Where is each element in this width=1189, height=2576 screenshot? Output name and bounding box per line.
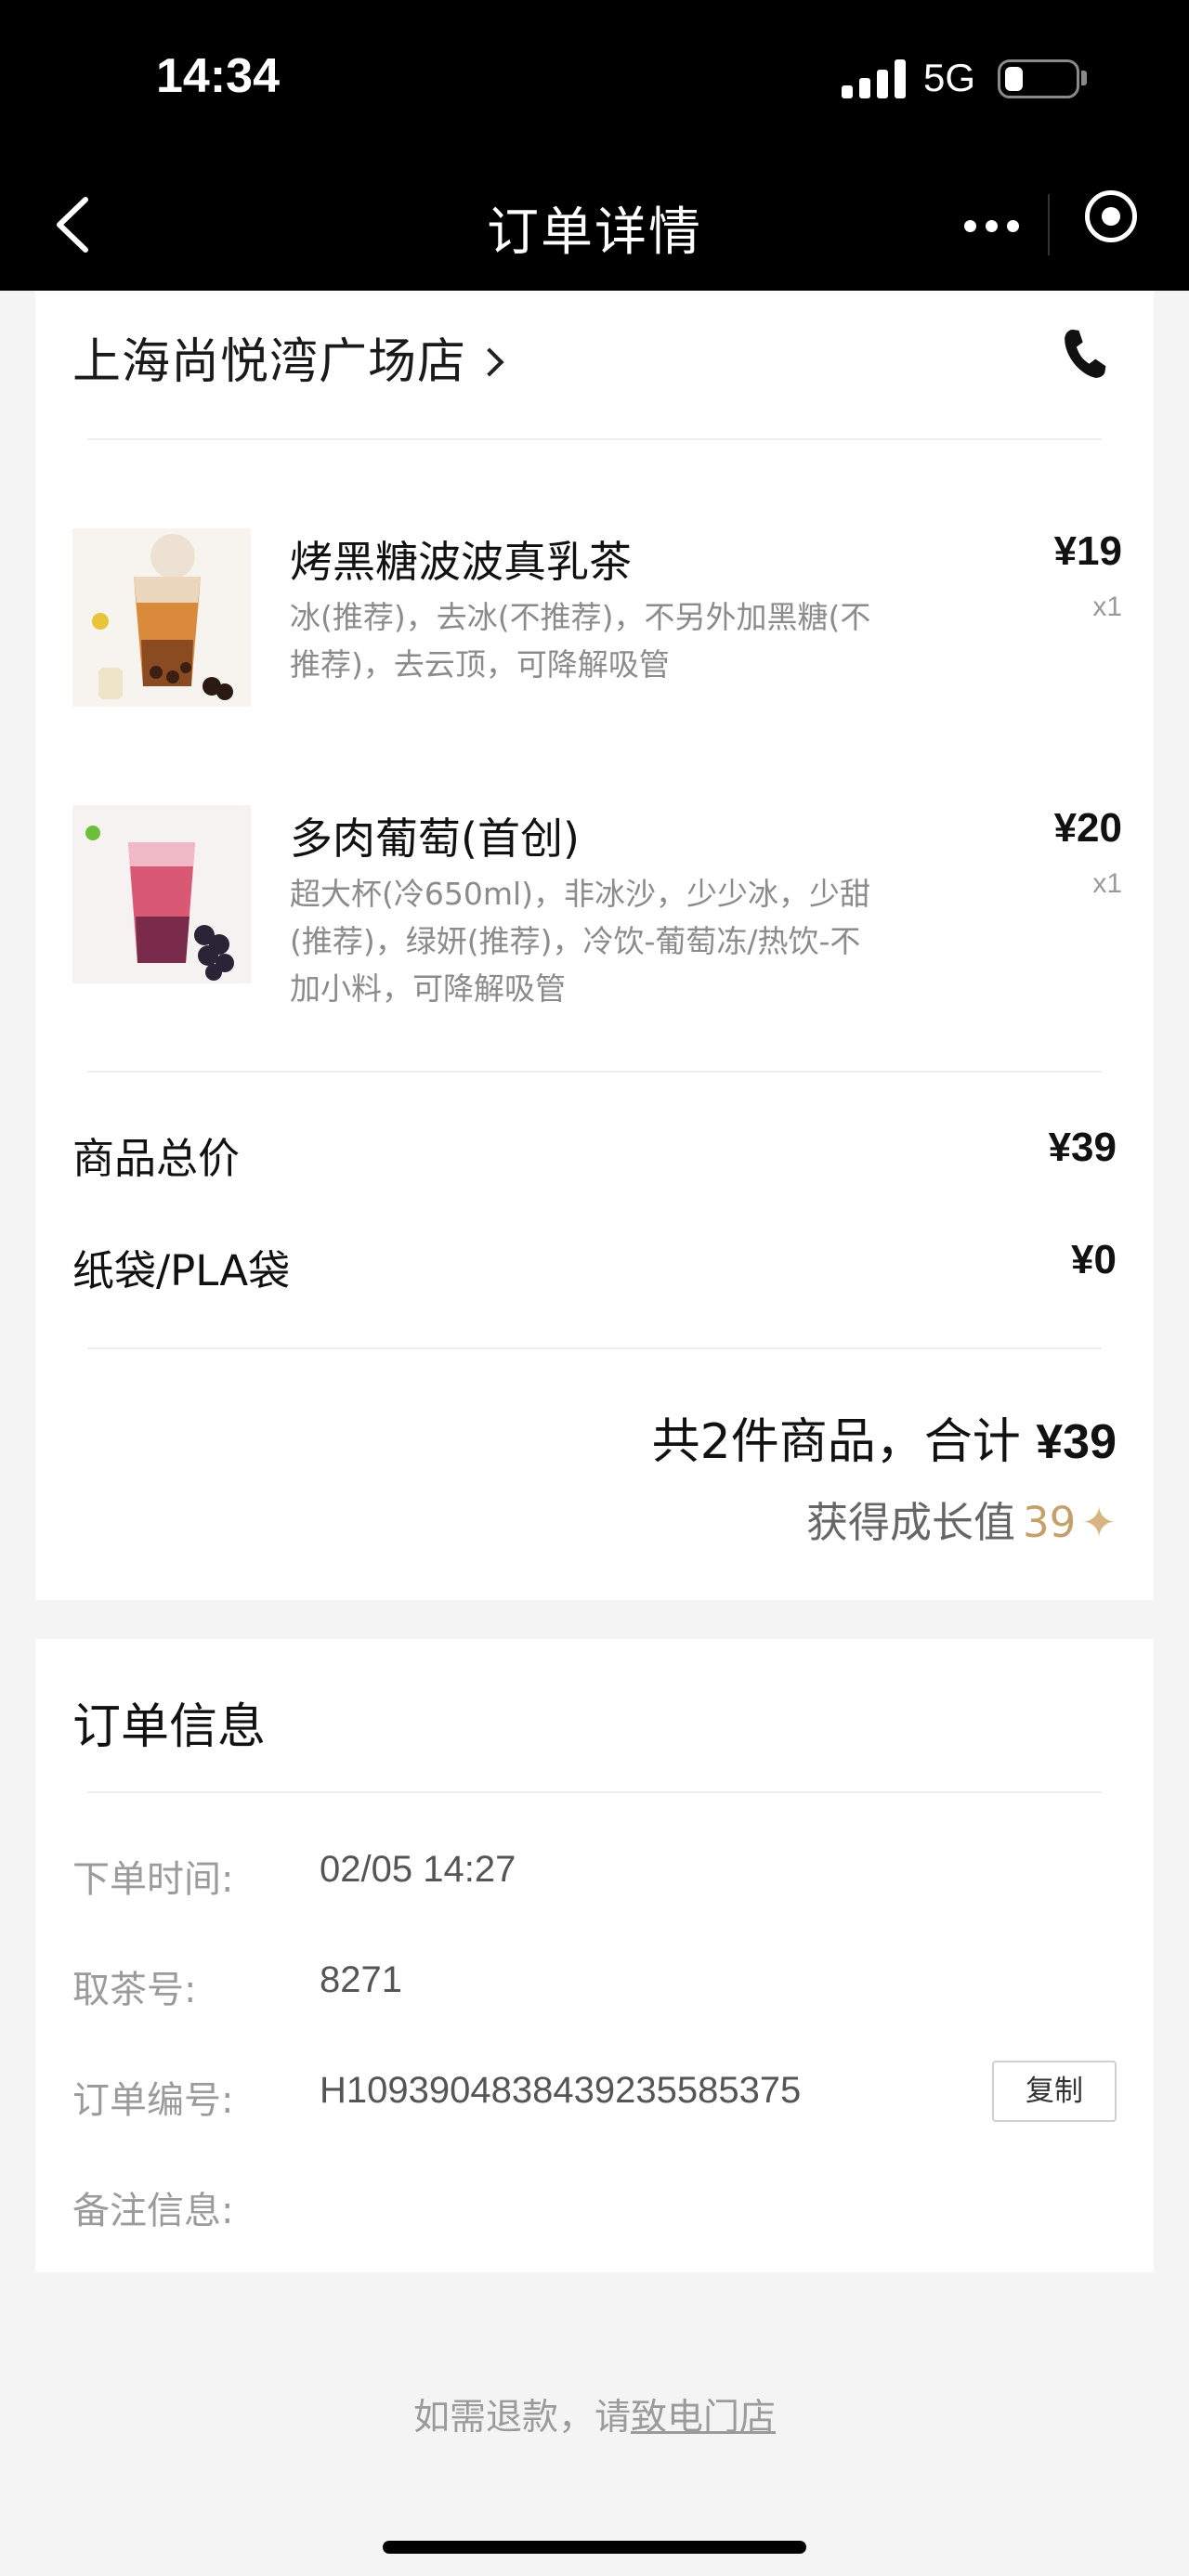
total-text: 共2件商品，合计 xyxy=(651,1414,1021,1470)
order-card: 上海尚悦湾广场店 烤黑糖波波真乳茶 冰(推荐)，去冰(不推荐)，不另外加黑糖(不… xyxy=(35,291,1154,1600)
info-label: 下单时间: xyxy=(72,1858,234,1901)
product-price: ¥20 xyxy=(1053,805,1122,851)
info-row-pickup-number: 取茶号: 8271 xyxy=(72,1959,1117,2017)
status-time: 14:34 xyxy=(156,49,280,103)
copy-button[interactable]: 复制 xyxy=(992,2061,1117,2122)
phone-icon[interactable] xyxy=(1057,326,1113,382)
product-name: 多肉葡萄(首创) xyxy=(290,813,580,864)
product-spec: 超大杯(冷650ml)，非冰沙，少少冰，少甜 (推荐)，绿妍(推荐)，冷饮-葡萄… xyxy=(290,870,921,1012)
divider xyxy=(87,1071,1102,1073)
signal-icon xyxy=(842,59,907,98)
growth-points: 获得成长值 39 ✦ xyxy=(806,1489,1117,1549)
store-link[interactable]: 上海尚悦湾广场店 xyxy=(72,322,504,390)
info-row-remark: 备注信息: xyxy=(72,2180,1117,2238)
spec-line: 加小料，可降解吸管 xyxy=(290,970,566,1007)
refund-prefix: 如需退款，请 xyxy=(412,2397,631,2439)
order-total: 共2件商品，合计 ¥39 xyxy=(652,1402,1117,1472)
list-item-product[interactable]: 多肉葡萄(首创) 超大杯(冷650ml)，非冰沙，少少冰，少甜 (推荐)，绿妍(… xyxy=(72,805,1122,1047)
more-icon[interactable] xyxy=(964,205,1022,246)
divider xyxy=(87,1791,1102,1793)
bag-label: 纸袋/PLA袋 xyxy=(72,1246,291,1295)
info-value: 8271 xyxy=(320,1959,402,2000)
refund-note: 如需退款，请致电门店 xyxy=(0,2388,1189,2440)
product-image xyxy=(72,528,251,707)
call-store-link[interactable]: 致电门店 xyxy=(631,2397,776,2439)
spec-line: 推荐)，去云顶，可降解吸管 xyxy=(290,646,670,683)
info-row-order-number: 订单编号: H1093904838439235585375 复制 xyxy=(72,2061,1117,2127)
home-indicator[interactable] xyxy=(383,2541,806,2554)
info-label: 备注信息: xyxy=(72,2190,234,2232)
order-info-title: 订单信息 xyxy=(72,1699,267,1755)
divider xyxy=(87,1347,1102,1349)
product-image xyxy=(72,805,251,983)
bag-row: 纸袋/PLA袋 ¥0 xyxy=(72,1237,1117,1295)
nav-bar: 订单详情 xyxy=(0,163,1189,291)
battery-icon xyxy=(998,59,1079,98)
goods-total-label: 商品总价 xyxy=(72,1134,241,1183)
nav-divider xyxy=(1048,194,1050,255)
bag-value: ¥0 xyxy=(1071,1237,1117,1282)
product-qty: x1 xyxy=(1092,868,1122,899)
battery-cap xyxy=(1081,71,1087,85)
chevron-right-icon xyxy=(475,347,504,377)
goods-total-value: ¥39 xyxy=(1048,1125,1117,1170)
sparkle-icon: ✦ xyxy=(1081,1498,1117,1547)
target-icon[interactable] xyxy=(1085,190,1137,242)
goods-total-row: 商品总价 ¥39 xyxy=(72,1125,1117,1183)
product-qty: x1 xyxy=(1092,592,1122,622)
status-bar: 14:34 5G xyxy=(0,0,1189,163)
info-label: 取茶号: xyxy=(72,1969,197,2011)
product-price: ¥19 xyxy=(1053,528,1122,574)
info-value[interactable]: H1093904838439235585375 xyxy=(320,2070,801,2112)
product-name: 烤黑糖波波真乳茶 xyxy=(290,537,632,587)
spec-line: (推荐)，绿妍(推荐)，冷饮-葡萄冻/热饮-不 xyxy=(290,923,861,959)
info-label: 订单编号: xyxy=(72,2079,234,2122)
store-name: 上海尚悦湾广场店 xyxy=(72,334,467,390)
product-spec: 冰(推荐)，去冰(不推荐)，不另外加黑糖(不 推荐)，去云顶，可降解吸管 xyxy=(290,593,921,688)
info-row-order-time: 下单时间: 02/05 14:27 xyxy=(72,1849,1117,1906)
info-value: 02/05 14:27 xyxy=(320,1849,516,1890)
list-item-product[interactable]: 烤黑糖波波真乳茶 冰(推荐)，去冰(不推荐)，不另外加黑糖(不 推荐)，去云顶，… xyxy=(72,528,1122,723)
spec-line: 超大杯(冷650ml)，非冰沙，少少冰，少甜 xyxy=(290,876,871,912)
growth-label: 获得成长值 xyxy=(806,1498,1016,1547)
order-info-card: 订单信息 下单时间: 02/05 14:27 取茶号: 8271 订单编号: H… xyxy=(35,1639,1154,2272)
network-type: 5G xyxy=(923,56,976,99)
total-amount: ¥39 xyxy=(1036,1415,1117,1469)
order-detail-page: 14:34 5G 订单详情 上海尚悦湾广场店 烤黑糖波波真乳茶 冰(推荐)，去冰… xyxy=(0,0,1189,2576)
growth-value: 39 xyxy=(1023,1498,1077,1547)
divider xyxy=(87,438,1102,440)
spec-line: 冰(推荐)，去冰(不推荐)，不另外加黑糖(不 xyxy=(290,599,871,635)
